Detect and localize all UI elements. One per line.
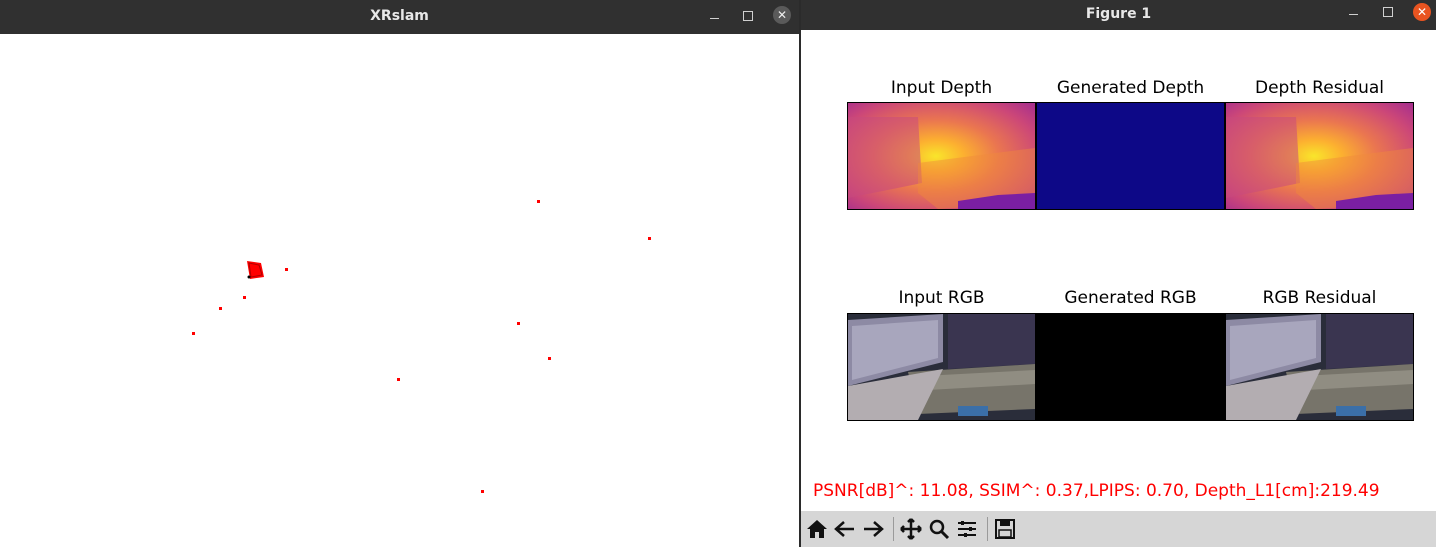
map-point xyxy=(397,378,400,381)
panel-title-input-depth: Input Depth xyxy=(890,78,993,98)
generated-rgb-image xyxy=(1036,313,1225,421)
zoom-icon[interactable] xyxy=(927,517,951,541)
rgb-residual-image xyxy=(1225,313,1414,421)
panel-title-rgb-residual: RGB Residual xyxy=(1262,288,1377,308)
figure-canvas: Input Depth Generated Depth Depth Residu… xyxy=(801,30,1436,511)
map-point xyxy=(537,200,540,203)
figure-window: Figure 1 ✕ Input Depth Generated Depth D… xyxy=(801,0,1436,547)
panel-title-generated-depth: Generated Depth xyxy=(1056,78,1205,98)
maximize-icon[interactable] xyxy=(743,11,753,21)
close-icon[interactable]: ✕ xyxy=(773,6,791,24)
slam-viewer-canvas[interactable] xyxy=(0,34,799,547)
map-point xyxy=(517,322,520,325)
figure-toolbar xyxy=(801,511,1436,547)
back-icon[interactable] xyxy=(833,517,857,541)
xrslam-window: XRslam ✕ xyxy=(0,0,799,547)
minimize-icon[interactable] xyxy=(710,18,719,19)
panel-title-depth-residual: Depth Residual xyxy=(1255,78,1384,98)
map-point xyxy=(481,490,484,493)
toolbar-separator xyxy=(987,517,988,541)
forward-icon[interactable] xyxy=(861,517,885,541)
home-icon[interactable] xyxy=(805,517,829,541)
maximize-icon[interactable] xyxy=(1383,7,1393,17)
toolbar-separator xyxy=(893,517,894,541)
map-point xyxy=(285,268,288,271)
figure-titlebar[interactable]: Figure 1 ✕ xyxy=(801,0,1436,30)
map-point xyxy=(219,307,222,310)
map-point xyxy=(192,332,195,335)
xrslam-titlebar[interactable]: XRslam ✕ xyxy=(0,0,799,34)
panel-title-generated-rgb: Generated RGB xyxy=(1064,288,1197,308)
figure-title: Figure 1 xyxy=(1085,6,1152,22)
subplots-icon[interactable] xyxy=(955,517,979,541)
input-depth-image xyxy=(847,102,1036,210)
map-point xyxy=(648,237,651,240)
generated-depth-image xyxy=(1036,102,1225,210)
pan-icon[interactable] xyxy=(899,517,923,541)
map-point xyxy=(243,296,246,299)
metrics-text: PSNR[dB]^: 11.08, SSIM^: 0.37,LPIPS: 0.7… xyxy=(813,481,1380,501)
input-rgb-image xyxy=(847,313,1036,421)
close-icon[interactable]: ✕ xyxy=(1413,3,1431,21)
save-icon[interactable] xyxy=(993,517,1017,541)
xrslam-title: XRslam xyxy=(370,8,429,24)
map-point xyxy=(548,357,551,360)
depth-residual-image xyxy=(1225,102,1414,210)
panel-title-input-rgb: Input RGB xyxy=(898,288,985,308)
camera-pose-icon xyxy=(247,261,264,279)
minimize-icon[interactable] xyxy=(1349,14,1358,15)
